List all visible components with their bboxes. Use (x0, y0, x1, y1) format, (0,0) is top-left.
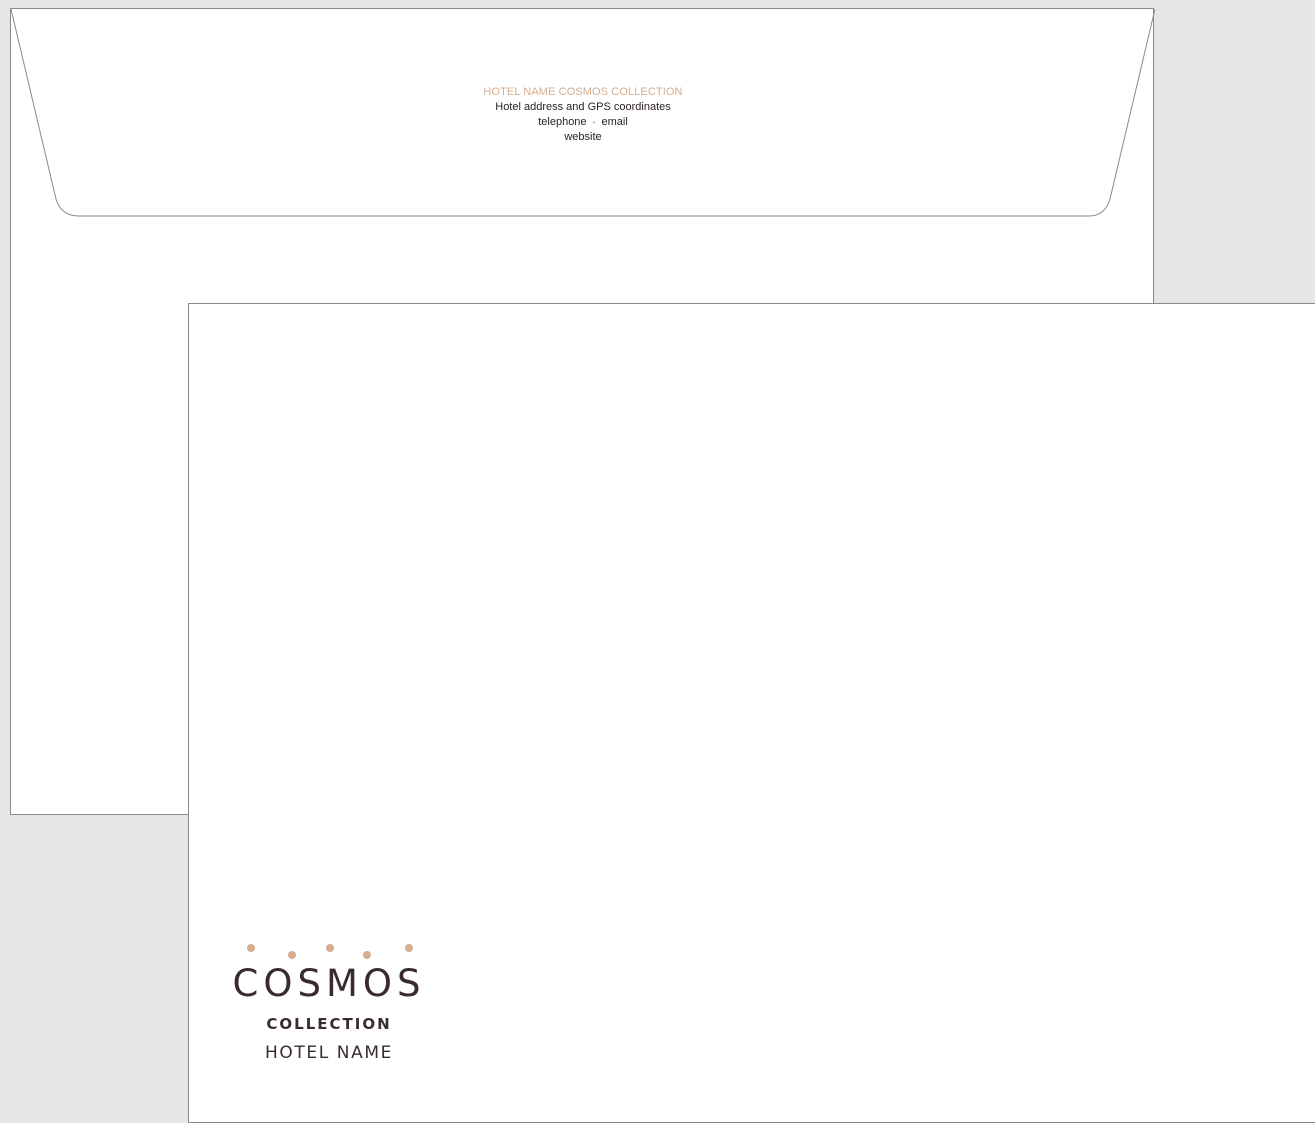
logo-collection: COLLECTION (266, 1015, 392, 1033)
logo-hotel-name: HOTEL NAME (265, 1043, 393, 1063)
return-email: email (601, 116, 628, 128)
return-address: HOTEL NAME COSMOS COLLECTION Hotel addre… (11, 85, 1155, 145)
cosmos-logo: COSMOS COLLECTION HOTEL NAME (229, 944, 429, 1069)
return-hotel-name: HOTEL NAME COSMOS COLLECTION (483, 86, 683, 98)
return-telephone: telephone (538, 116, 587, 128)
envelope-front: COSMOS COLLECTION HOTEL NAME (188, 303, 1315, 1123)
return-contact-line: telephone • email (11, 115, 1155, 130)
separator-dot: • (592, 118, 596, 127)
logo-wordmark: COSMOS (232, 962, 426, 1005)
return-website: website (564, 131, 602, 143)
logo-dots-icon (247, 944, 413, 959)
return-address-line: Hotel address and GPS coordinates (495, 101, 671, 113)
